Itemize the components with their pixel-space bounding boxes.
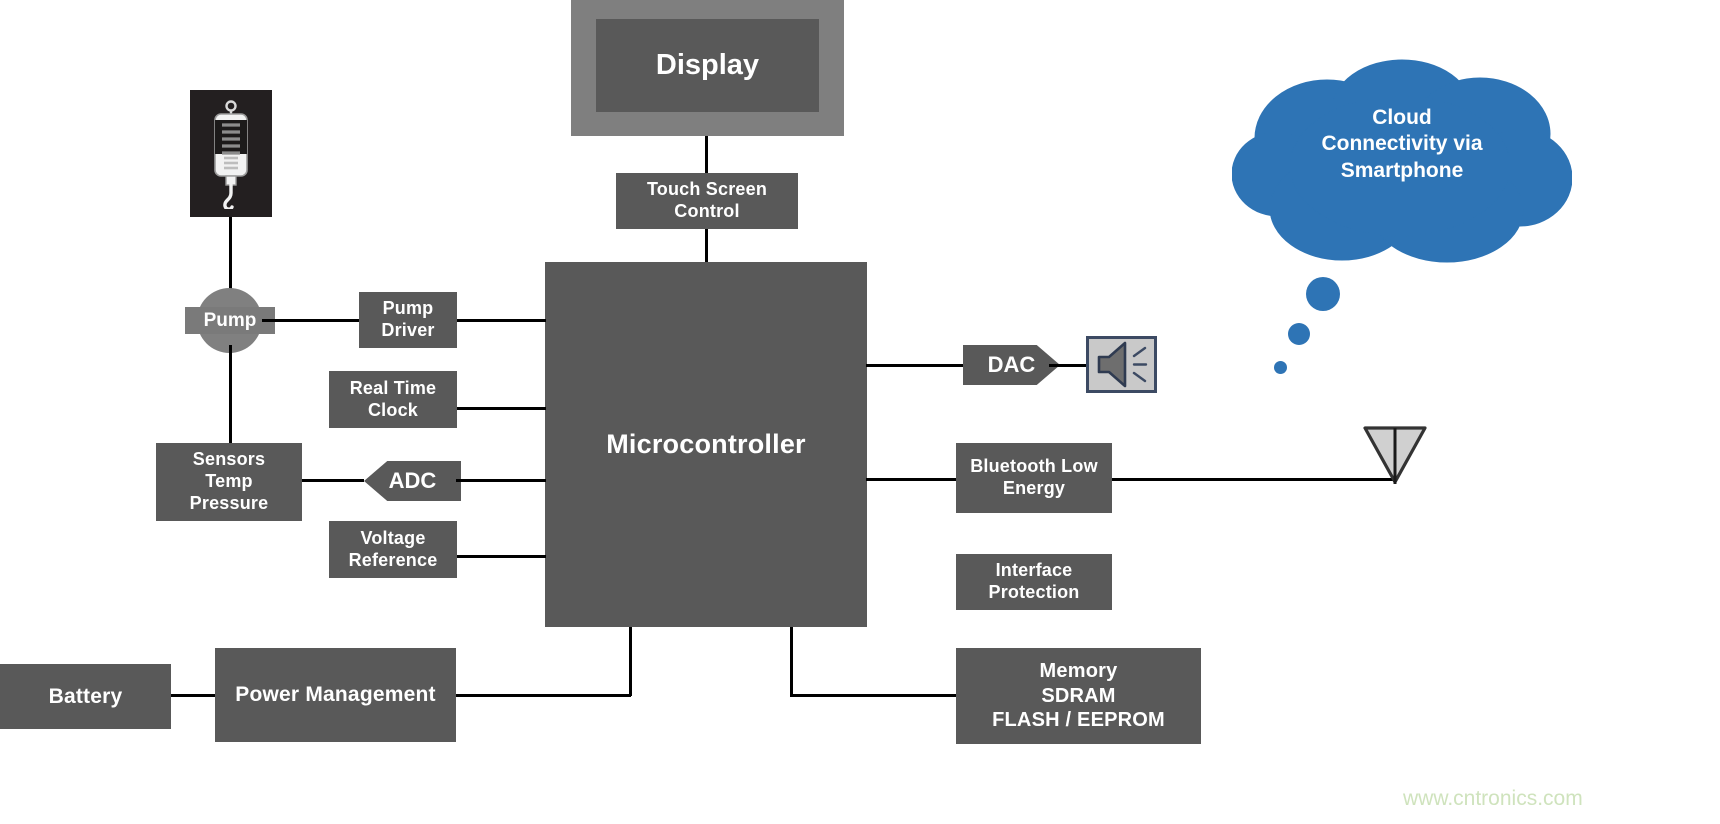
sensors-block[interactable]: Sensors Temp Pressure bbox=[156, 443, 302, 521]
touch-screen-control-label: Touch Screen Control bbox=[646, 179, 768, 221]
connector-pump-sensors bbox=[229, 345, 232, 443]
pump-driver-label: Pump Driver bbox=[381, 298, 435, 340]
real-time-clock-block[interactable]: Real Time Clock bbox=[329, 371, 457, 428]
dac-block[interactable]: DAC bbox=[963, 345, 1060, 385]
pump-label: Pump bbox=[203, 309, 257, 331]
connector-adc-mcu bbox=[456, 479, 546, 482]
connector-pumpdriver-mcu bbox=[457, 319, 546, 322]
cloud-label: Cloud Connectivity via Smartphone bbox=[1321, 106, 1483, 182]
power-management-block[interactable]: Power Management bbox=[215, 648, 456, 742]
connector-pump-pumpdriver bbox=[262, 319, 362, 322]
connector-display-touchscreen bbox=[705, 136, 708, 173]
memory-label: Memory SDRAM FLASH / EEPROM bbox=[992, 660, 1165, 732]
connector-battery-powermgmt bbox=[171, 694, 216, 697]
touch-screen-control-block[interactable]: Touch Screen Control bbox=[616, 173, 798, 229]
microcontroller-label: Microcontroller bbox=[606, 429, 806, 460]
connector-sensors-adc bbox=[302, 479, 364, 482]
pump-driver-block[interactable]: Pump Driver bbox=[359, 292, 457, 348]
sensors-label: Sensors Temp Pressure bbox=[189, 449, 269, 513]
bluetooth-low-energy-label: Bluetooth Low Energy bbox=[970, 456, 1098, 498]
battery-block[interactable]: Battery bbox=[0, 664, 171, 729]
connector-rtc-mcu bbox=[457, 407, 546, 410]
antenna-glyph bbox=[1363, 426, 1427, 484]
interface-protection-label: Interface Protection bbox=[988, 560, 1080, 602]
battery-label: Battery bbox=[48, 684, 123, 708]
interface-protection-block[interactable]: Interface Protection bbox=[956, 554, 1112, 610]
thought-bubble-small bbox=[1274, 361, 1287, 374]
connector-dac-speaker bbox=[1049, 364, 1089, 367]
block-diagram-canvas: Pump Display Touch Screen Control Microc… bbox=[0, 0, 1720, 824]
connector-mcu-powermgmt-horizontal bbox=[455, 694, 631, 697]
connector-touchscreen-mcu bbox=[705, 229, 708, 264]
antenna-icon bbox=[1362, 424, 1428, 486]
microcontroller-block[interactable]: Microcontroller bbox=[545, 262, 867, 627]
iv-bag-icon bbox=[190, 90, 272, 217]
iv-bag-glyph bbox=[214, 99, 248, 209]
display-label: Display bbox=[655, 49, 760, 81]
connector-bluetooth-antenna bbox=[1112, 478, 1396, 481]
dac-label: DAC bbox=[987, 352, 1036, 377]
connector-mcu-powermgmt-vertical bbox=[629, 627, 632, 696]
adc-label: ADC bbox=[388, 468, 437, 493]
bluetooth-low-energy-block[interactable]: Bluetooth Low Energy bbox=[956, 443, 1112, 513]
connector-mcu-bluetooth bbox=[866, 478, 964, 481]
speaker-glyph bbox=[1097, 341, 1148, 388]
thought-bubble-medium bbox=[1288, 323, 1310, 345]
thought-bubble-large bbox=[1306, 277, 1340, 311]
connector-mcu-dac bbox=[866, 364, 965, 367]
connector-mcu-memory-vertical bbox=[790, 627, 793, 696]
connector-voltageref-mcu bbox=[457, 555, 546, 558]
display-block[interactable]: Display bbox=[596, 19, 819, 112]
memory-block[interactable]: Memory SDRAM FLASH / EEPROM bbox=[956, 648, 1201, 744]
voltage-reference-label: Voltage Reference bbox=[348, 527, 438, 570]
speaker-icon bbox=[1086, 336, 1157, 393]
watermark: www.cntronics.com bbox=[1403, 787, 1583, 810]
connector-mcu-memory-horizontal bbox=[790, 694, 958, 697]
adc-block[interactable]: ADC bbox=[364, 461, 461, 501]
real-time-clock-label: Real Time Clock bbox=[349, 377, 437, 420]
voltage-reference-block[interactable]: Voltage Reference bbox=[329, 521, 457, 578]
power-management-label: Power Management bbox=[235, 683, 436, 707]
